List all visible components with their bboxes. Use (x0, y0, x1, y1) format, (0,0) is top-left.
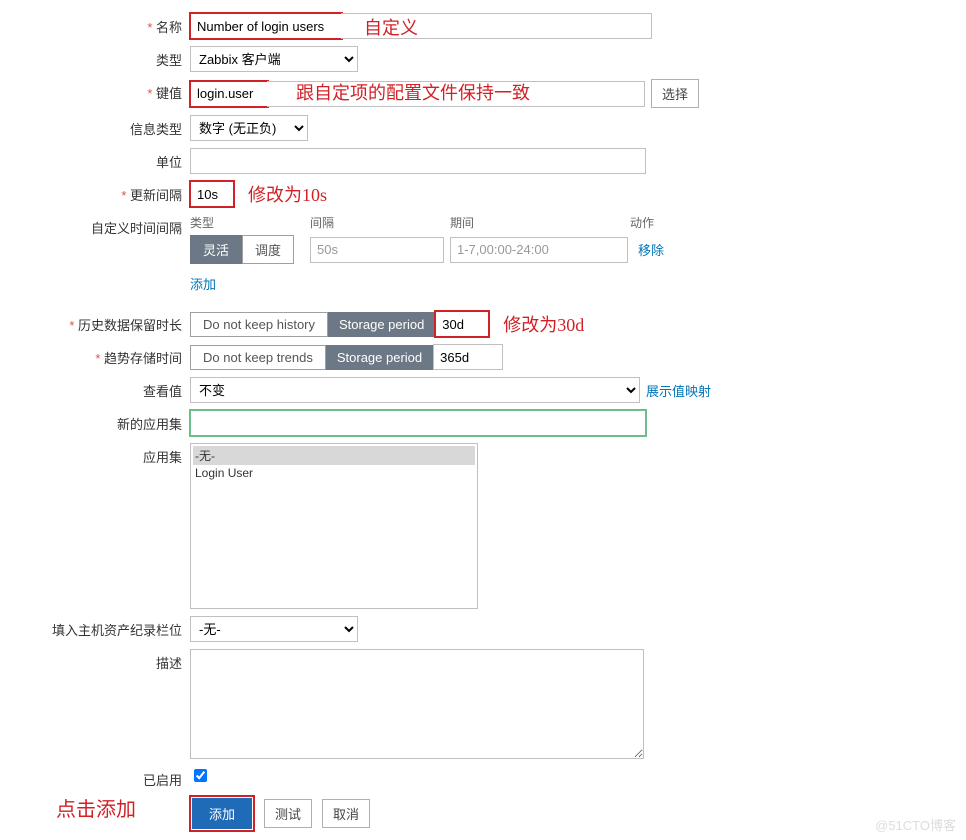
seg-schedule[interactable]: 调度 (242, 235, 294, 264)
interval-hdr-interval: 间隔 (310, 214, 450, 235)
viewvalue-mapping-link[interactable]: 展示值映射 (646, 381, 711, 400)
interval-hdr-action: 动作 (630, 214, 654, 235)
interval-add-link[interactable]: 添加 (190, 277, 216, 292)
history-nokeep[interactable]: Do not keep history (190, 312, 328, 337)
newappset-input[interactable] (190, 410, 646, 436)
viewvalue-select[interactable]: 不变 (190, 377, 640, 403)
type-label: 类型 (0, 46, 190, 69)
cancel-button[interactable]: 取消 (322, 799, 370, 828)
period-input[interactable] (450, 237, 628, 263)
update-interval-input[interactable] (190, 181, 234, 207)
unit-input[interactable] (190, 148, 646, 174)
annotation-key: 跟自定项的配置文件保持一致 (296, 79, 530, 105)
annotation-update-interval: 修改为10s (248, 181, 327, 207)
interval-hdr-type: 类型 (190, 214, 310, 235)
seg-flexible[interactable]: 灵活 (190, 235, 242, 264)
custom-interval-label: 自定义时间间隔 (0, 214, 190, 237)
name-input[interactable] (190, 13, 342, 39)
history-value-input[interactable] (435, 311, 489, 337)
type-select[interactable]: Zabbix 客户端 (190, 46, 358, 72)
newappset-label: 新的应用集 (0, 410, 190, 433)
select-key-button[interactable]: 选择 (651, 79, 699, 108)
interval-remove-link[interactable]: 移除 (638, 240, 664, 259)
update-interval-label: 更新间隔 (0, 181, 190, 204)
description-textarea[interactable] (190, 649, 644, 759)
watermark: @51CTO博客 (875, 815, 956, 834)
unit-label: 单位 (0, 148, 190, 171)
enabled-checkbox[interactable] (194, 769, 207, 782)
populate-select[interactable]: -无- (190, 616, 358, 642)
annotation-bottom: 点击添加 (56, 793, 136, 822)
interval-input[interactable] (310, 237, 444, 263)
viewvalue-label: 查看值 (0, 377, 190, 400)
description-label: 描述 (0, 649, 190, 672)
trend-nokeep[interactable]: Do not keep trends (190, 345, 326, 370)
test-button[interactable]: 测试 (264, 799, 312, 828)
key-label: 键值 (0, 79, 190, 102)
list-item[interactable]: -无- (193, 446, 475, 465)
history-storage[interactable]: Storage period (328, 312, 435, 337)
add-button[interactable]: 添加 (192, 798, 252, 829)
appset-listbox[interactable]: -无- Login User (190, 443, 478, 609)
key-input[interactable] (190, 81, 268, 107)
infotype-label: 信息类型 (0, 115, 190, 138)
enabled-label: 已启用 (0, 766, 190, 789)
trend-storage[interactable]: Storage period (326, 345, 433, 370)
name-label: 名称 (0, 13, 190, 36)
history-label: 历史数据保留时长 (0, 311, 190, 334)
annotation-history: 修改为30d (503, 311, 584, 337)
infotype-select[interactable]: 数字 (无正负) (190, 115, 308, 141)
interval-hdr-period: 期间 (450, 214, 630, 235)
trend-label: 趋势存储时间 (0, 344, 190, 367)
trend-value-input[interactable] (433, 344, 503, 370)
populate-label: 填入主机资产纪录栏位 (0, 616, 190, 639)
list-item[interactable]: Login User (193, 465, 475, 481)
annotation-name: 自定义 (364, 14, 418, 40)
appset-label: 应用集 (0, 443, 190, 466)
